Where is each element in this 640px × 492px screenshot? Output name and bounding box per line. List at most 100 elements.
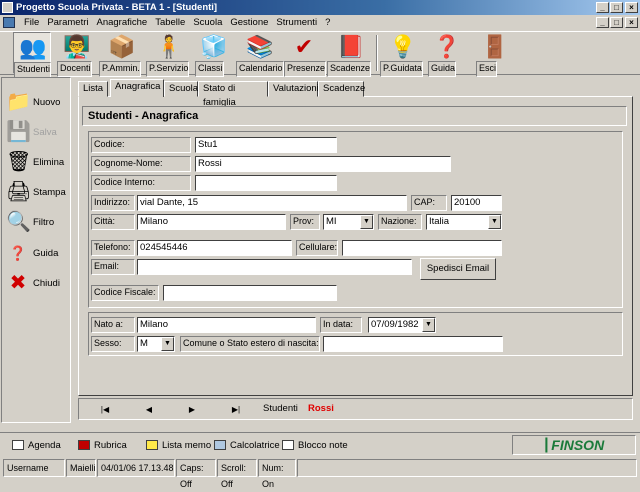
citta-label: Città:: [91, 214, 135, 230]
status-username: Maielli: [66, 459, 96, 477]
codice-label: Codice:: [91, 137, 191, 153]
comune-field[interactable]: [323, 336, 503, 352]
agenda-button[interactable]: Agenda: [12, 436, 61, 454]
sidebar-label: Chiudi: [33, 277, 60, 289]
calendar-icon: 📚: [246, 34, 274, 59]
nazione-select[interactable]: Italia ▼: [426, 214, 502, 230]
menu-parametri[interactable]: Parametri: [43, 15, 92, 30]
tab-valutazioni[interactable]: Valutazioni: [268, 81, 319, 97]
email-field[interactable]: [137, 259, 412, 275]
toolbar-p-servizio[interactable]: 🧍 P.Servizio: [146, 32, 190, 77]
toolbar-scadenze[interactable]: 📕 Scadenze: [327, 32, 373, 77]
menu-gestione[interactable]: Gestione: [226, 15, 272, 30]
tab-anagrafica[interactable]: Anagrafica: [110, 79, 164, 97]
child-maximize-button[interactable]: □: [610, 17, 623, 28]
tab-lista[interactable]: Lista: [78, 81, 108, 97]
sidebar-label: Guida: [33, 247, 59, 259]
sidebar-nuovo[interactable]: 📁 Nuovo: [6, 88, 60, 116]
toolbar-p-guidata[interactable]: 💡 P.Guidata: [380, 32, 424, 77]
menu-file[interactable]: File: [20, 15, 43, 30]
tab-scuola[interactable]: Scuola: [164, 81, 198, 97]
toolbar-calendario[interactable]: 📚 Calendario: [236, 32, 284, 77]
indirizzo-field[interactable]: vial Dante, 15: [137, 195, 407, 211]
toolbar-presenze[interactable]: ✔ Presenze: [284, 32, 327, 77]
codice-fiscale-field[interactable]: [163, 285, 337, 301]
toolbar-esci[interactable]: 🚪 Esci: [476, 32, 512, 77]
record-navigator: |◀ ◀ ▶ ▶| Studenti Rossi: [78, 398, 633, 420]
toolbar-label: Esci: [476, 61, 498, 77]
toolbar-classi[interactable]: 🧊 Classi: [195, 32, 231, 77]
sidebar-guida[interactable]: ❓ Guida: [6, 239, 58, 267]
sidebar-label: Filtro: [33, 216, 55, 228]
memo-label: Lista memo: [162, 439, 212, 451]
tab-scadenze[interactable]: Scadenze: [318, 81, 365, 97]
cap-label: CAP:: [411, 195, 447, 211]
status-num: Num: On: [258, 459, 296, 489]
finson-logo: | FINSON: [512, 435, 636, 455]
citta-field[interactable]: Milano: [137, 214, 286, 230]
next-record-button[interactable]: ▶: [184, 403, 200, 417]
toolbar-label: Studenti: [14, 62, 52, 78]
send-email-button[interactable]: Spedisci Email: [420, 258, 496, 280]
telefono-field[interactable]: 024545446: [137, 240, 292, 256]
chevron-down-icon[interactable]: ▼: [360, 215, 373, 229]
last-record-button[interactable]: ▶|: [227, 403, 245, 417]
first-record-button[interactable]: |◀: [97, 403, 113, 417]
sidebar: 📁 Nuovo 💾 Salva 🗑 Elimina 🖨 Stampa 🔍 Filtro ❓…: [1, 77, 71, 423]
calculator-icon: [214, 440, 226, 450]
prov-label: Prov:: [290, 214, 320, 230]
cap-field[interactable]: 20100: [451, 195, 502, 211]
sidebar-elimina[interactable]: 🗑 Elimina: [6, 148, 64, 176]
nato-field[interactable]: Milano: [137, 317, 316, 333]
menu-help[interactable]: ?: [321, 15, 334, 30]
toolbar-guida[interactable]: ❓ Guida: [428, 32, 464, 77]
contacts-icon: [78, 440, 90, 450]
logo-text: FINSON: [551, 437, 605, 453]
minimize-button[interactable]: _: [596, 2, 609, 13]
maximize-button[interactable]: □: [610, 2, 623, 13]
deadlines-icon: 📕: [337, 34, 365, 59]
sesso-select[interactable]: M ▼: [137, 336, 175, 352]
nazione-label: Nazione:: [378, 214, 422, 230]
sidebar-chiudi[interactable]: ✖ Chiudi: [6, 269, 60, 297]
tab-stato-di-famiglia[interactable]: Stato di famiglia: [198, 81, 268, 108]
menu-anagrafiche[interactable]: Anagrafiche: [93, 15, 152, 30]
chevron-down-icon[interactable]: ▼: [488, 215, 501, 229]
chevron-down-icon[interactable]: ▼: [422, 318, 435, 332]
notepad-icon: [282, 440, 294, 450]
cellulare-label: Cellulare:: [296, 240, 338, 256]
toolbar-p-ammin[interactable]: 📦 P.Ammin.: [99, 32, 143, 77]
notepad-button[interactable]: Blocco note: [282, 436, 348, 454]
toolbar-studenti[interactable]: 👥 Studenti: [13, 32, 52, 78]
sidebar-stampa[interactable]: 🖨 Stampa: [6, 178, 66, 206]
sidebar-salva[interactable]: 💾 Salva: [6, 118, 57, 146]
rubrica-button[interactable]: Rubrica: [78, 436, 127, 454]
child-close-button[interactable]: ×: [625, 17, 638, 28]
admin-staff-icon: 📦: [108, 34, 136, 59]
notepad-label: Blocco note: [298, 439, 348, 451]
menu-bar: File Parametri Anagrafiche Tabelle Scuol…: [0, 15, 640, 30]
sidebar-filtro[interactable]: 🔍 Filtro: [6, 208, 54, 236]
menu-scuola[interactable]: Scuola: [189, 15, 226, 30]
prev-record-button[interactable]: ◀: [141, 403, 157, 417]
codice-field[interactable]: Stu1: [195, 137, 337, 153]
status-username-label: Username: [3, 459, 65, 477]
toolbar-docenti[interactable]: 👨‍🏫 Docenti: [57, 32, 95, 77]
birth-date-value: 07/09/1982: [371, 319, 419, 330]
toolbar-label: P.Servizio: [146, 61, 190, 77]
calculator-button[interactable]: Calcolatrice: [214, 436, 280, 454]
menu-strumenti[interactable]: Strumenti: [272, 15, 321, 30]
birth-date-picker[interactable]: 07/09/1982 ▼: [368, 317, 436, 333]
menu-tabelle[interactable]: Tabelle: [151, 15, 189, 30]
child-minimize-button[interactable]: _: [596, 17, 609, 28]
utility-bar: Agenda Rubrica Lista memo Calcolatrice B…: [0, 432, 640, 456]
nome-field[interactable]: Rossi: [195, 156, 451, 172]
memo-button[interactable]: Lista memo: [146, 436, 211, 454]
teachers-icon: 👨‍🏫: [63, 34, 91, 59]
sidebar-label: Elimina: [33, 156, 65, 168]
prov-select[interactable]: MI ▼: [323, 214, 374, 230]
cellulare-field[interactable]: [342, 240, 502, 256]
chevron-down-icon[interactable]: ▼: [161, 337, 174, 351]
close-button[interactable]: ×: [625, 2, 638, 13]
codice-interno-field[interactable]: [195, 175, 337, 191]
